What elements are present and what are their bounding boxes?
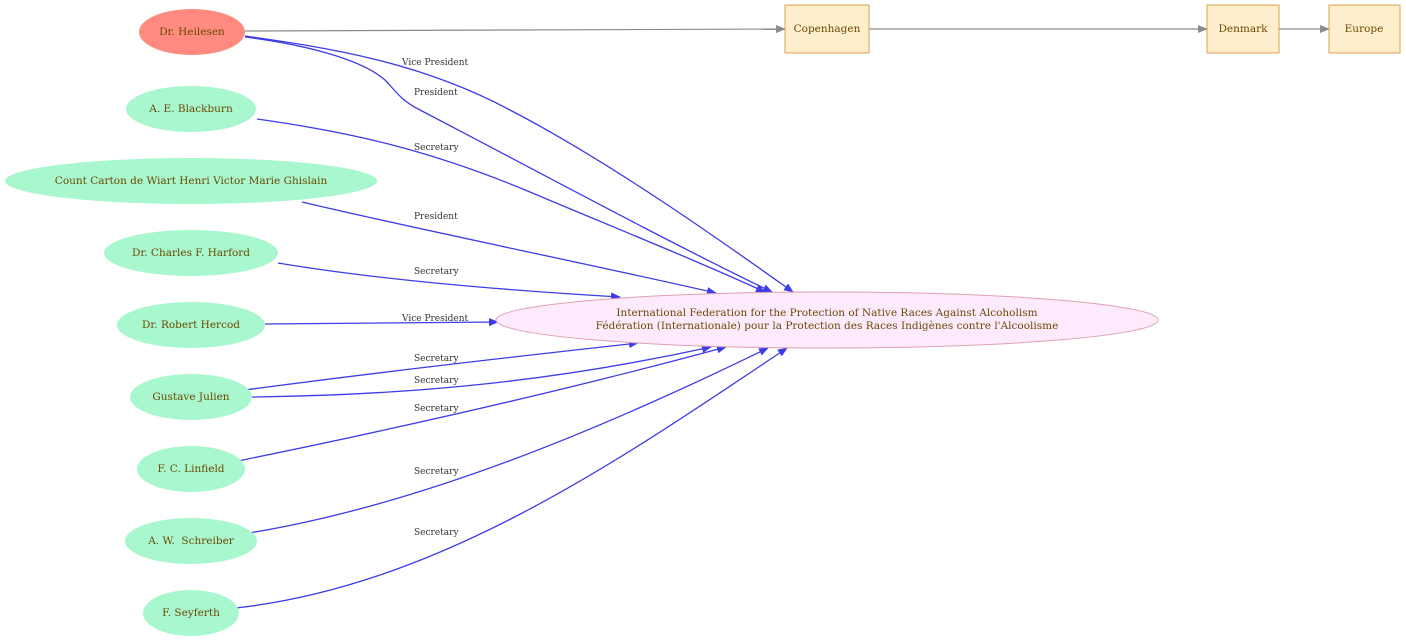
person-label-hercod: Dr. Robert Hercod (142, 319, 240, 331)
edge-carton (301, 201, 717, 295)
edge-label-linfield: Secretary (414, 404, 459, 414)
person-label-harford: Dr. Charles F. Harford (132, 247, 250, 259)
relationship-diagram: Vice President President Secretary Presi… (5, 4, 1401, 636)
place-label-denmark: Denmark (1219, 23, 1269, 35)
edge-label-julien-1: Secretary (414, 354, 459, 364)
edge-julien-2 (251, 345, 712, 398)
place-node-copenhagen[interactable]: Copenhagen (784, 4, 870, 54)
person-label-heilesen: Dr. Heilesen (159, 26, 225, 38)
place-label-europe: Europe (1345, 23, 1384, 35)
person-label-seyferth: F. Seyferth (162, 607, 220, 619)
person-node-julien[interactable]: Gustave Julien (130, 374, 252, 420)
edge-blackburn (256, 118, 766, 293)
place-label-copenhagen: Copenhagen (794, 23, 861, 35)
person-node-seyferth[interactable]: F. Seyferth (143, 590, 239, 636)
person-node-linfield[interactable]: F. C. Linfield (137, 446, 245, 492)
person-label-schreiber: A. W. Schreiber (147, 535, 235, 547)
person-node-carton[interactable]: Count Carton de Wiart Henri Victor Marie… (5, 158, 377, 204)
edge-label-heilesen-president: President (414, 88, 458, 98)
person-label-blackburn: A. E. Blackburn (148, 103, 233, 115)
edge-label-hercod: Vice President (401, 314, 469, 324)
edge-heilesen-vice-president (244, 35, 794, 293)
edge-label-schreiber: Secretary (414, 467, 459, 477)
edge-heilesen-president (244, 36, 773, 293)
edge-label-carton: President (414, 212, 458, 222)
place-node-europe[interactable]: Europe (1328, 4, 1401, 54)
organization-name-en: International Federation for the Protect… (616, 307, 1037, 319)
person-node-blackburn[interactable]: A. E. Blackburn (126, 86, 256, 132)
person-node-hercod[interactable]: Dr. Robert Hercod (117, 302, 265, 348)
edge-heilesen-copenhagen (244, 25, 786, 34)
person-node-harford[interactable]: Dr. Charles F. Harford (104, 230, 278, 276)
place-node-denmark[interactable]: Denmark (1206, 4, 1280, 54)
edge-label-harford: Secretary (414, 267, 459, 277)
person-node-schreiber[interactable]: A. W. Schreiber (125, 518, 257, 564)
organization-name-fr: Fédération (Internationale) pour la Prot… (596, 320, 1059, 332)
person-node-heilesen[interactable]: Dr. Heilesen (139, 9, 245, 55)
person-label-carton: Count Carton de Wiart Henri Victor Marie… (55, 175, 328, 187)
edge-label-julien-2: Secretary (414, 376, 459, 386)
edge-label-seyferth: Secretary (414, 528, 459, 538)
edge-label-heilesen-vp: Vice President (401, 58, 469, 68)
person-label-julien: Gustave Julien (152, 391, 229, 403)
person-label-linfield: F. C. Linfield (157, 463, 224, 475)
edge-linfield (237, 345, 727, 462)
edge-label-blackburn: Secretary (414, 143, 459, 153)
organization-node[interactable]: International Federation for the Protect… (495, 291, 1159, 349)
edge-schreiber (248, 347, 769, 534)
edge-seyferth (235, 347, 788, 609)
